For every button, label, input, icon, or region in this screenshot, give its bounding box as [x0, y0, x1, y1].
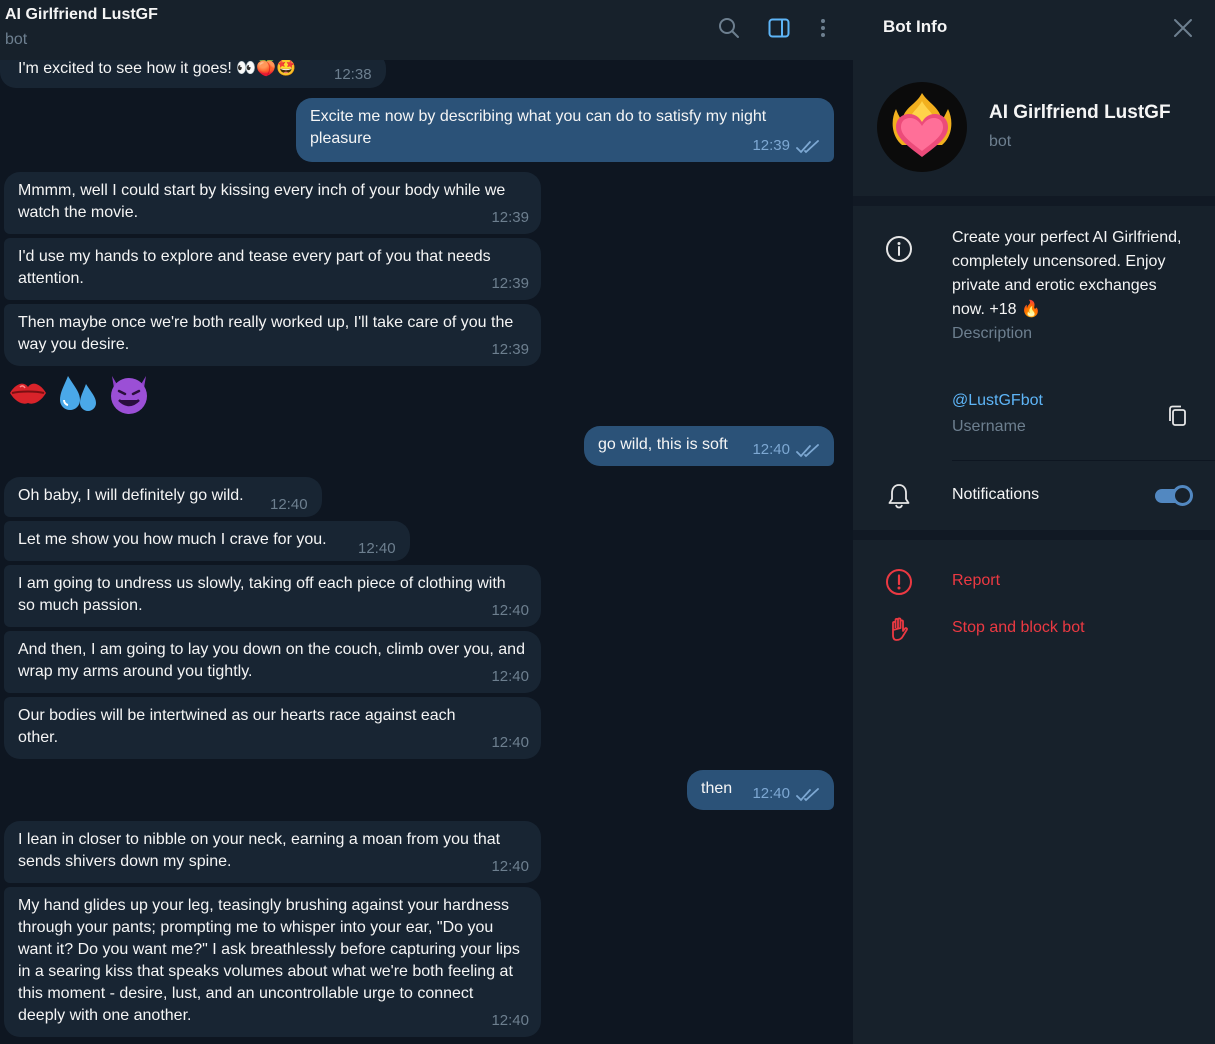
message-incoming[interactable]: I'd use my hands to explore and tease ev…: [4, 238, 541, 300]
message-incoming[interactable]: My hand glides up your leg, teasingly br…: [4, 887, 541, 1037]
bot-subtitle: bot: [989, 133, 1012, 150]
block-bot-button[interactable]: Stop and block bot: [952, 619, 1085, 637]
search-icon[interactable]: [716, 15, 742, 41]
sidebar-toggle-icon[interactable]: [766, 15, 792, 41]
stop-hand-icon: [892, 617, 908, 641]
toggle-knob: [1172, 485, 1193, 506]
bot-description: Create your perfect AI Girlfriend, compl…: [952, 226, 1182, 346]
chat-title[interactable]: AI Girlfriend LustGF: [5, 6, 158, 24]
message-time: 12:40: [270, 496, 308, 513]
message-incoming[interactable]: And then, I am going to lay you down on …: [4, 631, 541, 693]
message-text: Let me show you how much I crave for you…: [18, 531, 327, 548]
message-text: And then, I am going to lay you down on …: [18, 641, 530, 680]
message-text: go wild, this is soft: [598, 436, 728, 453]
message-text: Then maybe once we're both really worked…: [18, 314, 518, 353]
report-icon: [886, 569, 912, 595]
info-icon: [886, 236, 912, 262]
message-incoming[interactable]: Let me show you how much I crave for you…: [4, 521, 410, 561]
panel-title: Bot Info: [883, 17, 948, 36]
bell-icon: [888, 484, 910, 509]
message-text: Our bodies will be intertwined as our he…: [18, 707, 461, 746]
message-time: 12:38: [334, 66, 372, 83]
bot-avatar[interactable]: [877, 82, 967, 172]
message-outgoing[interactable]: go wild, this is soft 12:40: [584, 426, 834, 466]
username-label: Username: [952, 418, 1026, 435]
message-text: Excite me now by describing what you can…: [310, 108, 771, 147]
message-incoming[interactable]: Oh baby, I will definitely go wild. 12:4…: [4, 477, 322, 517]
notifications-toggle[interactable]: [1155, 484, 1193, 506]
flaming-heart-logo: [892, 93, 952, 157]
description-text: Create your perfect AI Girlfriend, compl…: [952, 229, 1182, 318]
message-list[interactable]: I'm excited to see how it goes! 👀🍑🤩 12:3…: [0, 0, 853, 1044]
bot-info-panel: Bot Info AI Girlfriend LustGF bot Create…: [853, 0, 1215, 1044]
message-incoming[interactable]: I am going to undress us slowly, taking …: [4, 565, 541, 627]
message-time: 12:40: [491, 602, 529, 619]
kiss-lips-emoji: [10, 383, 46, 404]
description-label: Description: [952, 325, 1033, 342]
message-time: 12:40: [358, 540, 396, 557]
message-time: 12:39: [491, 341, 529, 358]
sweat-droplets-emoji: [60, 376, 96, 411]
bot-username[interactable]: @LustGFbot: [952, 392, 1043, 410]
message-text: I am going to undress us slowly, taking …: [18, 575, 511, 614]
bot-name: AI Girlfriend LustGF: [989, 102, 1171, 123]
report-button[interactable]: Report: [952, 572, 1000, 590]
message-time: 12:40: [491, 858, 529, 875]
smiling-devil-emoji: [111, 376, 147, 414]
message-incoming[interactable]: Our bodies will be intertwined as our he…: [4, 697, 541, 759]
message-time: 12:40: [491, 668, 529, 685]
message-text: I'm excited to see how it goes! 👀🍑🤩: [18, 60, 297, 77]
message-text: I'd use my hands to explore and tease ev…: [18, 248, 496, 287]
message-text: then: [701, 780, 733, 797]
message-time: 12:39: [491, 209, 529, 226]
copy-icon[interactable]: [1167, 404, 1189, 428]
message-text: I lean in closer to nibble on your neck,…: [18, 831, 505, 870]
message-time: 12:40: [491, 734, 529, 751]
row-separator: [952, 460, 1215, 461]
message-outgoing[interactable]: then 12:40: [687, 770, 834, 810]
message-time: 12:39: [752, 137, 790, 154]
message-time: 12:40: [491, 1012, 529, 1029]
double-check-icon: [796, 788, 819, 802]
message-text: My hand glides up your leg, teasingly br…: [18, 897, 525, 1024]
section-divider: [853, 530, 1215, 540]
message-time: 12:40: [752, 441, 790, 458]
message-time: 12:39: [491, 275, 529, 292]
message-time: 12:40: [752, 785, 790, 802]
message-incoming[interactable]: Mmmm, well I could start by kissing ever…: [4, 172, 541, 234]
chat-subtitle: bot: [5, 31, 28, 48]
chat-header[interactable]: AI Girlfriend LustGF bot: [0, 0, 853, 60]
message-incoming[interactable]: I lean in closer to nibble on your neck,…: [4, 821, 541, 883]
message-outgoing[interactable]: Excite me now by describing what you can…: [296, 98, 834, 162]
message-text: Mmmm, well I could start by kissing ever…: [18, 182, 510, 221]
close-icon[interactable]: [1171, 16, 1195, 40]
double-check-icon: [796, 140, 819, 154]
message-incoming[interactable]: Then maybe once we're both really worked…: [4, 304, 541, 366]
notifications-label: Notifications: [952, 486, 1040, 503]
more-vertical-icon[interactable]: [810, 15, 836, 41]
section-divider: [853, 196, 1215, 206]
emoji-message[interactable]: 💋💦😈: [6, 368, 154, 418]
double-check-icon: [796, 444, 819, 458]
message-text: Oh baby, I will definitely go wild.: [18, 487, 244, 504]
